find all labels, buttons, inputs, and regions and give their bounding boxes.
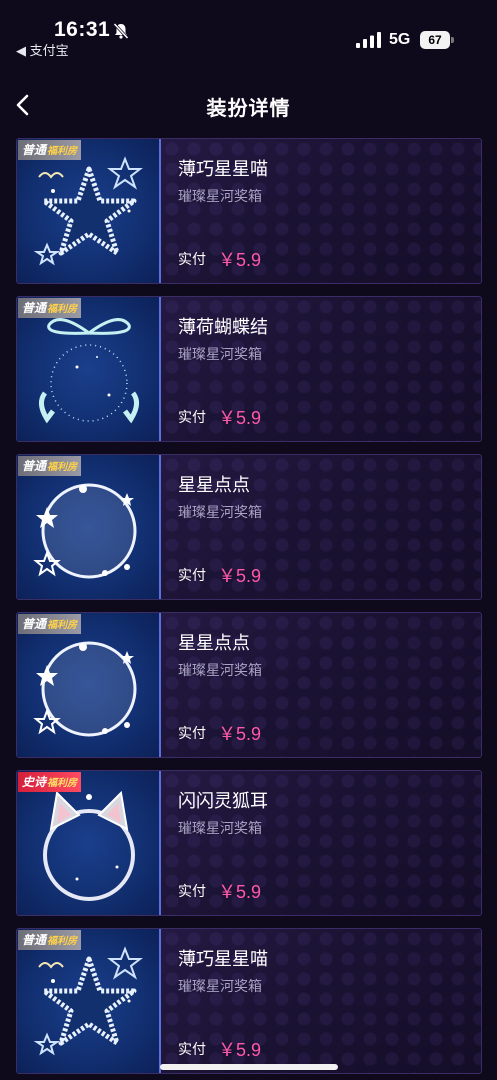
cellular-signal-icon: [356, 32, 381, 48]
list-item[interactable]: 普通福利房 星星点点 璀璨星河奖箱 实付 ￥5.9: [16, 612, 482, 758]
list-item[interactable]: 普通福利房 星星点点 璀璨星河奖箱 实付 ￥5.9: [16, 454, 482, 600]
item-thumbnail: [17, 455, 161, 599]
item-source: 璀璨星河奖箱: [178, 188, 262, 204]
item-name: 薄巧星星喵: [178, 159, 268, 179]
ribbon-bow-icon: [39, 318, 139, 424]
star-frame-icon: [33, 946, 143, 1056]
bubble-frame-icon: [33, 483, 137, 579]
paid-label: 实付: [178, 1041, 206, 1057]
star-frame-icon: [33, 156, 143, 266]
back-to-app-link[interactable]: ◀ 支付宝: [16, 40, 69, 59]
bell-muted-icon: [113, 22, 129, 40]
paid-label: 实付: [178, 567, 206, 583]
item-thumbnail: [17, 139, 161, 283]
battery-level: 67: [420, 31, 450, 49]
item-name: 薄荷蝴蝶结: [178, 317, 268, 337]
item-source: 璀璨星河奖箱: [178, 820, 262, 836]
item-price: ￥5.9: [218, 566, 262, 586]
paid-label: 实付: [178, 883, 206, 899]
item-name: 薄巧星星喵: [178, 949, 268, 969]
list-item[interactable]: 普通福利房 薄巧星星喵 璀璨星河奖箱 实付 ￥5.9: [16, 138, 482, 284]
item-list: 普通福利房 薄巧星星喵 璀璨星河奖箱 实付 ￥5.9 普通福利房 薄荷蝴蝶结 璀…: [16, 138, 482, 1080]
item-price: ￥5.9: [218, 250, 262, 270]
network-type: 5G: [389, 31, 411, 48]
rarity-badge: 普通福利房: [18, 456, 82, 476]
battery-icon: 67: [420, 31, 454, 49]
rarity-badge: 史诗福利房: [18, 772, 82, 792]
list-item[interactable]: 普通福利房 薄巧星星喵 璀璨星河奖箱 实付 ￥5.9: [16, 928, 482, 1074]
item-source: 璀璨星河奖箱: [178, 662, 262, 678]
rarity-badge: 普通福利房: [18, 930, 82, 950]
status-time: 16:31: [54, 18, 111, 41]
item-source: 璀璨星河奖箱: [178, 978, 262, 994]
home-indicator[interactable]: [160, 1064, 338, 1070]
item-source: 璀璨星河奖箱: [178, 504, 262, 520]
item-price: ￥5.9: [218, 408, 262, 428]
list-item[interactable]: 史诗福利房 闪闪灵狐耳 璀璨星河奖箱 实付 ￥5.9: [16, 770, 482, 916]
item-price: ￥5.9: [218, 1040, 262, 1060]
paid-label: 实付: [178, 409, 206, 425]
paid-label: 实付: [178, 725, 206, 741]
item-thumbnail: [17, 613, 161, 757]
item-price: ￥5.9: [218, 882, 262, 902]
rarity-badge: 普通福利房: [18, 298, 82, 318]
fox-ears-frame-icon: [43, 790, 135, 901]
item-source: 璀璨星河奖箱: [178, 346, 262, 362]
nav-bar: 装扮详情: [0, 80, 497, 130]
list-item[interactable]: 普通福利房 薄荷蝴蝶结 璀璨星河奖箱 实付 ￥5.9: [16, 296, 482, 442]
item-name: 星星点点: [178, 475, 250, 495]
item-thumbnail: [17, 929, 161, 1073]
paid-label: 实付: [178, 251, 206, 267]
bubble-frame-icon: [33, 641, 137, 737]
rarity-badge: 普通福利房: [18, 614, 82, 634]
status-bar: 16:31 ◀ 支付宝 5G 67: [0, 0, 497, 62]
item-thumbnail: [17, 771, 161, 915]
item-name: 闪闪灵狐耳: [178, 791, 268, 811]
item-price: ￥5.9: [218, 724, 262, 744]
page-title: 装扮详情: [206, 98, 291, 120]
item-name: 星星点点: [178, 633, 250, 653]
rarity-badge: 普通福利房: [18, 140, 82, 160]
item-thumbnail: [17, 297, 161, 441]
